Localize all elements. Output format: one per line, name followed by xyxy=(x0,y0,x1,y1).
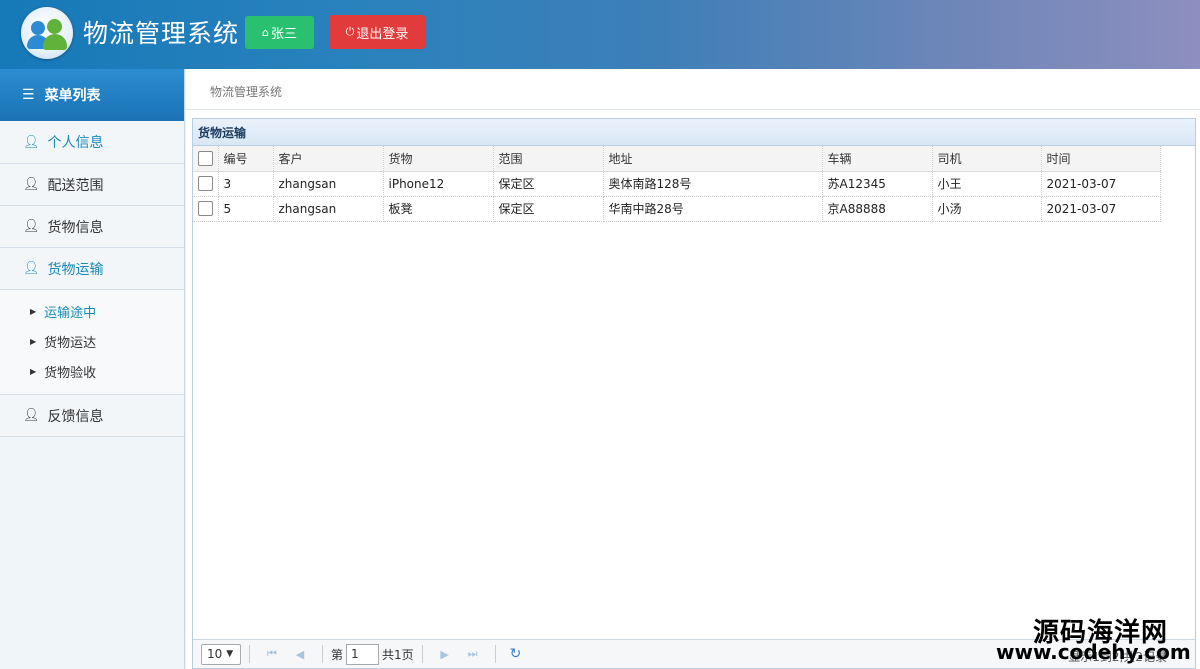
column-header[interactable]: 范围 xyxy=(493,146,604,172)
power-icon: ⏻ xyxy=(345,25,355,38)
sidebar-heading: ☰ 菜单列表 xyxy=(0,69,184,121)
divider xyxy=(249,645,250,663)
row-select-cell xyxy=(193,171,219,197)
list-icon: ☰ xyxy=(22,87,35,103)
page-prefix: 第 xyxy=(331,647,344,662)
sidebar-item-goods-transport[interactable]: 👤︎ 货物运输 xyxy=(0,248,184,290)
sidebar-item-label: 配送范围 xyxy=(47,177,104,194)
table-cell: 板凳 xyxy=(383,196,494,222)
row-checkbox[interactable] xyxy=(198,176,213,191)
next-page-icon[interactable]: ▶ xyxy=(431,648,459,661)
table-cell: 保定区 xyxy=(493,171,604,197)
prev-page-icon[interactable]: ◀ xyxy=(286,648,314,661)
sidebar-item-label: 货物运输 xyxy=(47,261,104,278)
table-cell: 小汤 xyxy=(932,196,1042,222)
table-cell: 京A88888 xyxy=(822,196,933,222)
user-icon: 👤︎ xyxy=(23,177,40,192)
submenu-item-acceptance[interactable]: ▶ 货物验收 xyxy=(0,356,184,386)
user-button-label: 张三 xyxy=(270,27,297,42)
breadcrumb: 物流管理系统 xyxy=(210,85,283,99)
sidebar-heading-label: 菜单列表 xyxy=(44,88,101,104)
table-cell: 华南中路28号 xyxy=(603,196,823,222)
column-header[interactable]: 司机 xyxy=(932,146,1042,172)
table-cell: 2021-03-07 xyxy=(1041,196,1161,222)
table-cell: 2021-03-07 xyxy=(1041,171,1161,197)
submenu-item-delivered[interactable]: ▶ 货物运达 xyxy=(0,326,184,356)
table-row[interactable]: 3 zhangsan iPhone12 保定区 奥体南路128号 苏A12345… xyxy=(193,171,1161,197)
column-header[interactable]: 车辆 xyxy=(822,146,933,172)
refresh-icon[interactable]: ↻ xyxy=(510,646,522,662)
sidebar-item-goods-info[interactable]: 👤︎ 货物信息 xyxy=(0,206,184,248)
transport-panel: 货物运输 编号 客户 货物 范围 地址 车辆 司机 时间 3 zhangsan … xyxy=(192,118,1196,669)
select-all-checkbox[interactable] xyxy=(198,150,213,166)
submenu-item-label: 运输途中 xyxy=(44,305,97,321)
sidebar-item-feedback[interactable]: 👤︎ 反馈信息 xyxy=(0,395,184,437)
table-cell: 奥体南路128号 xyxy=(603,171,823,197)
page-size-value: 10 xyxy=(207,647,223,661)
page-size-select[interactable]: 10 ▼ xyxy=(201,643,241,665)
logout-button[interactable]: ⏻ 退出登录 xyxy=(329,15,425,49)
row-checkbox[interactable] xyxy=(198,201,213,216)
column-header[interactable]: 客户 xyxy=(273,146,384,172)
row-select-cell xyxy=(193,196,219,222)
submenu-item-in-transit[interactable]: ▶ 运输途中 xyxy=(0,296,184,326)
table-cell: 5 xyxy=(218,196,274,222)
page-total: 共1页 xyxy=(382,647,414,662)
sidebar-item-personal-info[interactable]: 👤︎ 个人信息 xyxy=(0,121,184,164)
sidebar-item-label: 个人信息 xyxy=(47,135,104,151)
top-header: 物流管理系统 ⌂ 张三 ⏻ 退出登录 xyxy=(0,0,1200,69)
table-cell: iPhone12 xyxy=(383,171,494,197)
table-cell: 3 xyxy=(218,171,274,197)
user-icon: 👤︎ xyxy=(23,134,40,150)
divider xyxy=(494,645,496,663)
select-all-cell xyxy=(193,146,219,172)
caret-right-icon: ▶ xyxy=(30,336,37,346)
column-header[interactable]: 编号 xyxy=(218,146,274,172)
page-number-value: 1 xyxy=(351,647,359,661)
table-cell: zhangsan xyxy=(273,196,384,222)
table-cell: 保定区 xyxy=(493,196,604,222)
column-header[interactable]: 货物 xyxy=(383,146,494,172)
submenu-item-label: 货物运达 xyxy=(44,335,97,351)
transport-submenu: ▶ 运输途中 ▶ 货物运达 ▶ 货物验收 xyxy=(0,290,184,395)
sidebar-item-label: 货物信息 xyxy=(47,219,104,236)
column-header[interactable]: 时间 xyxy=(1041,146,1161,172)
logout-button-label: 退出登录 xyxy=(356,26,409,42)
column-header[interactable]: 地址 xyxy=(603,146,823,172)
home-icon: ⌂ xyxy=(262,26,269,39)
main-content: 物流管理系统 货物运输 编号 客户 货物 范围 地址 车辆 司机 时间 3 zh… xyxy=(186,69,1200,669)
chevron-down-icon: ▼ xyxy=(226,649,234,659)
table-row[interactable]: 5 zhangsan 板凳 保定区 华南中路28号 京A88888 小汤 202… xyxy=(193,196,1161,222)
table-cell: 小王 xyxy=(932,171,1042,197)
sidebar-item-label: 反馈信息 xyxy=(47,408,104,425)
transport-table: 编号 客户 货物 范围 地址 车辆 司机 时间 3 zhangsan iPhon… xyxy=(193,146,1161,222)
app-title: 物流管理系统 xyxy=(83,19,240,48)
user-icon: 👤︎ xyxy=(23,261,40,276)
submenu-item-label: 货物验收 xyxy=(44,365,97,381)
user-button[interactable]: ⌂ 张三 xyxy=(245,16,314,49)
sidebar: ☰ 菜单列表 👤︎ 个人信息 👤︎ 配送范围 👤︎ 货物信息 👤︎ 货物运输 ▶… xyxy=(0,69,185,669)
watermark-url: www.codehy.com xyxy=(996,640,1191,664)
sidebar-item-delivery-range[interactable]: 👤︎ 配送范围 xyxy=(0,164,184,206)
user-icon: 👤︎ xyxy=(23,219,40,234)
page-number-input[interactable]: 1 xyxy=(346,643,380,665)
panel-title: 货物运输 xyxy=(193,119,1195,146)
divider xyxy=(421,645,423,663)
divider xyxy=(322,645,323,663)
first-page-icon[interactable]: ⏮ xyxy=(258,647,286,661)
table-header-row: 编号 客户 货物 范围 地址 车辆 司机 时间 xyxy=(193,146,1161,172)
table-cell: 苏A12345 xyxy=(822,171,933,197)
divider xyxy=(186,109,1200,110)
user-icon: 👤︎ xyxy=(23,408,40,423)
caret-right-icon: ▶ xyxy=(30,306,37,316)
table-cell: zhangsan xyxy=(273,171,384,197)
last-page-icon[interactable]: ⏭ xyxy=(459,647,487,661)
app-logo xyxy=(21,7,73,59)
caret-right-icon: ▶ xyxy=(30,366,37,376)
